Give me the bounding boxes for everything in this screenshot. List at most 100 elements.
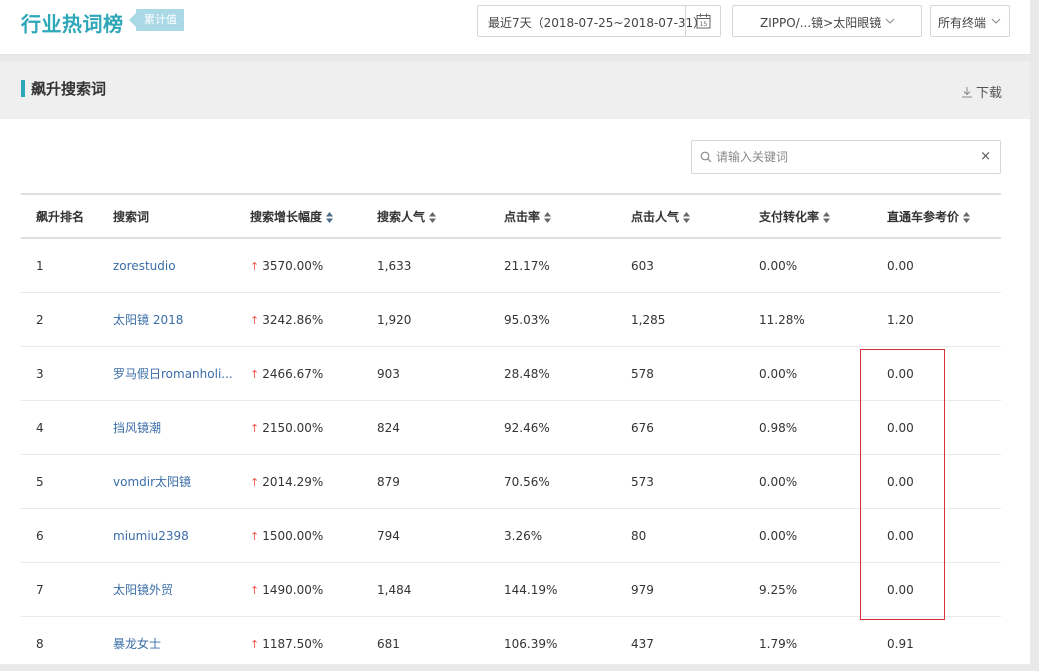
search-icon: [700, 151, 712, 163]
cell-conversion: 0.00%: [759, 346, 887, 401]
col-popularity: 搜索人气: [377, 209, 426, 224]
keyword-link[interactable]: miumiu2398: [113, 529, 189, 543]
cell-popularity: 903: [377, 346, 504, 401]
cell-ztc-price: 1.20: [887, 292, 1001, 347]
cell-growth: 1500.00%: [262, 528, 324, 543]
clear-search-button[interactable]: ×: [980, 149, 991, 164]
cell-click-pop: 80: [631, 508, 759, 563]
search-input[interactable]: [716, 148, 966, 166]
up-arrow-icon: ↑: [250, 421, 260, 435]
keyword-link[interactable]: zorestudio: [113, 259, 176, 273]
cell-keyword-cell: 挡风镜潮: [113, 400, 250, 455]
section-header: 飙升搜索词 下载: [0, 61, 1030, 119]
cell-rank: 5: [21, 454, 113, 509]
cell-growth: 1187.50%: [262, 636, 324, 651]
up-arrow-icon: ↑: [250, 529, 260, 543]
keyword-link[interactable]: 太阳镜 2018: [113, 311, 183, 328]
terminal-select[interactable]: 所有终端: [930, 5, 1010, 37]
col-ztc-price-sortable[interactable]: 直通车参考价: [887, 193, 1001, 239]
cell-click-pop: 979: [631, 562, 759, 617]
cell-click-pop: 573: [631, 454, 759, 509]
cell-popularity: 794: [377, 508, 504, 563]
sort-icon[interactable]: [823, 211, 831, 223]
table-row: 2 太阳镜 2018 ↑ 3242.86% 1,920 95.03% 1,285 …: [21, 292, 1001, 347]
keyword-search: ×: [691, 140, 1001, 174]
cell-keyword-cell: miumiu2398: [113, 508, 250, 563]
cell-rank: 2: [21, 292, 113, 347]
cell-popularity: 879: [377, 454, 504, 509]
cell-rank: 3: [21, 346, 113, 401]
cell-ztc-price: 0.00: [887, 238, 1001, 293]
keyword-link[interactable]: 挡风镜潮: [113, 419, 161, 436]
cell-ctr: 21.17%: [504, 238, 631, 293]
cell-ctr: 144.19%: [504, 562, 631, 617]
category-select[interactable]: ZIPPO/...镜>太阳眼镜: [732, 5, 922, 37]
cell-growth-cell: ↑ 2466.67%: [250, 346, 377, 401]
calendar-day: 15: [699, 21, 707, 28]
cell-growth-cell: ↑ 2014.29%: [250, 454, 377, 509]
cell-growth-cell: ↑ 3242.86%: [250, 292, 377, 347]
cell-rank: 1: [21, 238, 113, 293]
cell-conversion: 0.00%: [759, 508, 887, 563]
cell-ctr: 70.56%: [504, 454, 631, 509]
col-growth-sortable[interactable]: 搜索增长幅度: [250, 193, 377, 239]
date-range-picker[interactable]: 最近7天（2018-07-25~2018-07-31） 15: [477, 5, 721, 37]
col-ctr-sortable[interactable]: 点击率: [504, 193, 631, 239]
cumulative-badge[interactable]: 累计值: [129, 9, 184, 31]
category-text: ZIPPO/...镜>太阳眼镜: [760, 16, 882, 30]
cell-conversion: 1.79%: [759, 616, 887, 671]
cell-growth: 2150.00%: [262, 420, 324, 435]
section-accent-bar: [21, 80, 25, 97]
col-ztc-price: 直通车参考价: [887, 209, 960, 224]
cell-ztc-price: 0.00: [887, 400, 1001, 455]
cell-growth-cell: ↑ 1500.00%: [250, 508, 377, 563]
cell-keyword-cell: zorestudio: [113, 238, 250, 293]
cell-keyword-cell: vomdir太阳镜: [113, 454, 250, 509]
table-header-row: 飙升排名 搜索词 搜索增长幅度 搜索人气 点击率 点击人气 支付转化率 直通车参…: [21, 193, 1001, 239]
keyword-link[interactable]: 太阳镜外贸: [113, 581, 173, 598]
sort-icon[interactable]: [429, 211, 437, 223]
col-rank: 飙升排名: [21, 193, 113, 239]
table-row: 5 vomdir太阳镜 ↑ 2014.29% 879 70.56% 573 0.0…: [21, 454, 1001, 509]
chevron-down-icon: [885, 18, 895, 24]
col-growth: 搜索增长幅度: [250, 209, 323, 224]
table-row: 1 zorestudio ↑ 3570.00% 1,633 21.17% 603 …: [21, 238, 1001, 293]
cell-ztc-price: 0.00: [887, 346, 1001, 401]
cell-keyword-cell: 罗马假日romanholi...: [113, 346, 250, 401]
cell-growth: 2466.67%: [262, 366, 324, 381]
chevron-down-icon: [991, 18, 1001, 24]
cell-popularity: 681: [377, 616, 504, 671]
cell-growth: 2014.29%: [262, 474, 324, 489]
keyword-link[interactable]: 暴龙女士: [113, 635, 161, 652]
top-bar: 行业热词榜 累计值 最近7天（2018-07-25~2018-07-31） 15…: [0, 0, 1030, 55]
sort-icon[interactable]: [683, 211, 691, 223]
cell-conversion: 11.28%: [759, 292, 887, 347]
col-conversion-sortable[interactable]: 支付转化率: [759, 193, 887, 239]
table-row: 4 挡风镜潮 ↑ 2150.00% 824 92.46% 676 0.98% 0.…: [21, 400, 1001, 455]
col-click-pop-sortable[interactable]: 点击人气: [631, 193, 759, 239]
cell-growth-cell: ↑ 2150.00%: [250, 400, 377, 455]
cell-rank: 8: [21, 616, 113, 671]
up-arrow-icon: ↑: [250, 637, 260, 651]
up-arrow-icon: ↑: [250, 367, 260, 381]
sort-icon[interactable]: [326, 211, 334, 223]
section-title: 飙升搜索词: [31, 80, 107, 98]
cell-rank: 7: [21, 562, 113, 617]
cell-popularity: 1,920: [377, 292, 504, 347]
download-label: 下载: [975, 86, 1002, 101]
sort-icon[interactable]: [963, 211, 971, 223]
cell-growth-cell: ↑ 3570.00%: [250, 238, 377, 293]
sort-icon[interactable]: [544, 211, 552, 223]
keyword-link[interactable]: 罗马假日romanholi...: [113, 365, 233, 382]
cell-keyword-cell: 太阳镜外贸: [113, 562, 250, 617]
cell-rank: 6: [21, 508, 113, 563]
cell-ctr: 106.39%: [504, 616, 631, 671]
col-popularity-sortable[interactable]: 搜索人气: [377, 193, 504, 239]
cell-popularity: 1,633: [377, 238, 504, 293]
col-keyword: 搜索词: [113, 193, 250, 239]
cell-keyword-cell: 太阳镜 2018: [113, 292, 250, 347]
keyword-link[interactable]: vomdir太阳镜: [113, 473, 191, 490]
download-button[interactable]: 下载: [961, 82, 1002, 101]
calendar-button[interactable]: 15: [685, 6, 720, 36]
cell-keyword-cell: 暴龙女士: [113, 616, 250, 671]
